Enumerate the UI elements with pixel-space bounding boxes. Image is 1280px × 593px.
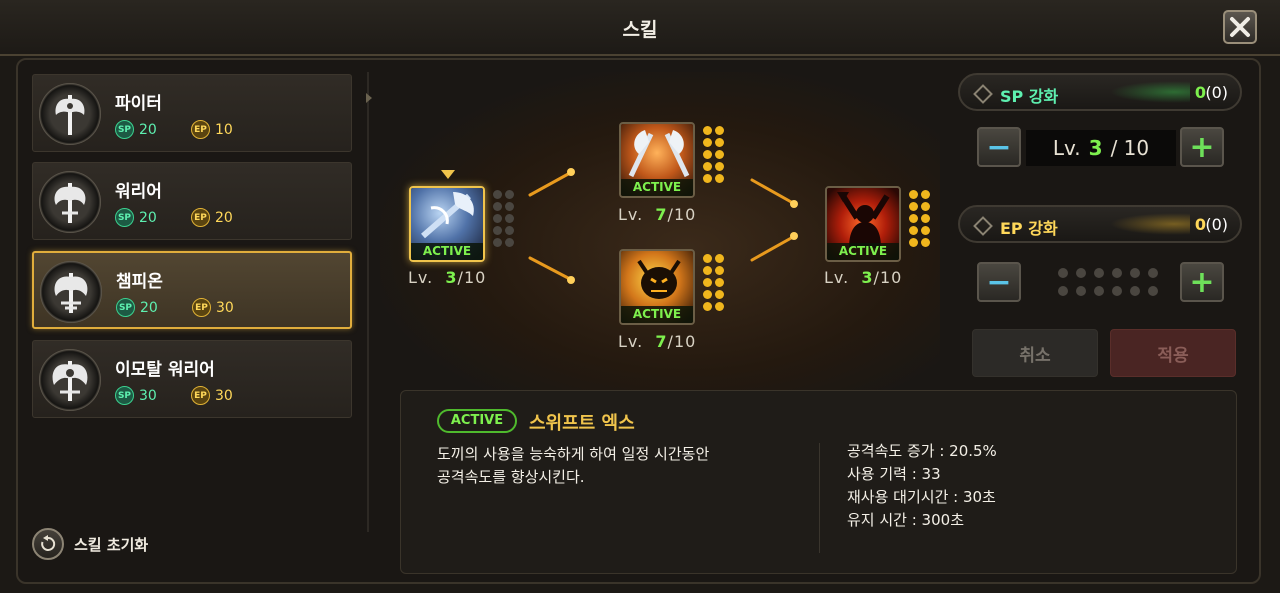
skill-slot-berserk[interactable]: ACTIVE (825, 186, 901, 262)
sp-enhance-value: 0 (1194, 83, 1206, 102)
diamond-icon (973, 216, 993, 236)
cancel-button[interactable]: 취소 (972, 329, 1098, 377)
ep-level-dots (1058, 268, 1158, 296)
stat-line: 공격속도 증가 : 20.5% (847, 442, 997, 460)
ep-enhance-label: EP 강화 (1000, 219, 1058, 238)
sp-enhance-label: SP 강화 (1000, 87, 1059, 106)
skill-description: 도끼의 사용을 능숙하게 하여 일정 시간동안 공격속도를 향상시킨다. (437, 445, 710, 486)
ep-enhance-value: 0 (1194, 215, 1206, 234)
active-tag: ACTIVE (827, 243, 899, 260)
skill-window: 스킬 파이터 SP 20 EP 10 워리어 SP 20 EP 20 챔피온 S… (0, 0, 1280, 593)
skill-points-dots (703, 254, 724, 311)
skill-level: Lv. 7/10 (618, 205, 697, 224)
skill-level: Lv. 3/10 (824, 268, 903, 287)
active-type-badge: ACTIVE (437, 409, 517, 433)
active-tag: ACTIVE (621, 179, 693, 196)
ep-plus-button[interactable]: + (1180, 262, 1224, 302)
ep-minus-button[interactable]: − (977, 262, 1021, 302)
ep-enhance-total: (0) (1205, 215, 1228, 234)
skill-stats: 공격속도 증가 : 20.5% 사용 기력 : 33 재사용 대기시간 : 30… (847, 440, 997, 532)
stat-line: 재사용 대기시간 : 30초 (847, 488, 996, 506)
apply-button[interactable]: 적용 (1110, 329, 1236, 377)
skill-points-dots (909, 190, 930, 247)
skill-level: Lv. 7/10 (618, 332, 697, 351)
diamond-icon (973, 84, 993, 104)
selected-indicator-icon (441, 170, 455, 179)
skill-points-dots (703, 126, 724, 183)
skill-info-panel: ACTIVE 스위프트 엑스 도끼의 사용을 능숙하게 하여 일정 시간동안 공… (400, 390, 1237, 574)
ep-enhance-bar: EP 강화 0 (0) (958, 205, 1242, 243)
sp-enhance-bar: SP 강화 0 (0) (958, 73, 1242, 111)
sp-minus-button[interactable]: − (977, 127, 1021, 167)
info-divider (819, 443, 820, 553)
skill-points-dots (493, 190, 514, 247)
stat-line: 사용 기력 : 33 (847, 465, 941, 483)
skill-slot-swift-axe[interactable]: ACTIVE (409, 186, 485, 262)
stat-line: 유지 시간 : 300초 (847, 511, 964, 529)
sp-level-display: Lv. 3 / 10 (1026, 130, 1176, 166)
skill-title: 스위프트 엑스 (529, 413, 635, 434)
sp-enhance-total: (0) (1205, 83, 1228, 102)
sp-plus-button[interactable]: + (1180, 127, 1224, 167)
active-tag: ACTIVE (411, 243, 483, 260)
skill-slot-double-axe[interactable]: ACTIVE (619, 122, 695, 198)
skill-slot-demon-strike[interactable]: ACTIVE (619, 249, 695, 325)
skill-level: Lv. 3/10 (408, 268, 487, 287)
active-tag: ACTIVE (621, 306, 693, 323)
